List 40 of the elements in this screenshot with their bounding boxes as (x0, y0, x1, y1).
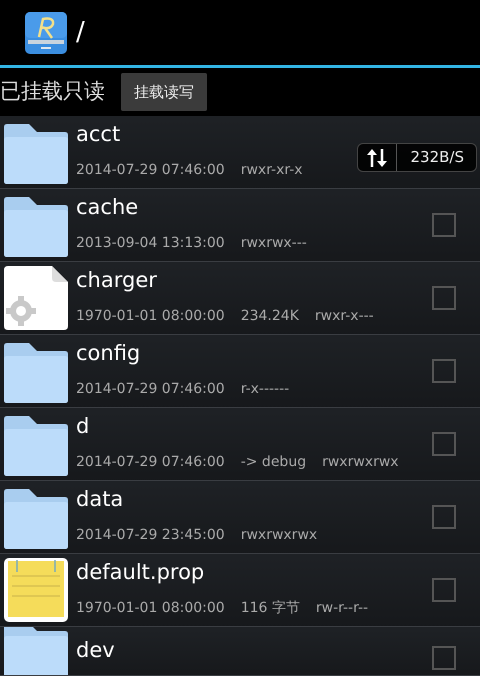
file-name[interactable]: config (76, 342, 432, 366)
file-name[interactable]: cache (76, 196, 432, 220)
mount-status: 已挂载只读 (0, 78, 105, 106)
file-info: 116 字节 (240, 599, 300, 618)
app-logo-icon[interactable] (24, 10, 68, 54)
mount-button[interactable]: 挂载读写 (121, 72, 207, 112)
file-info: 234.24K (240, 307, 299, 326)
file-date: 2014-07-29 07:46:00 (76, 453, 225, 472)
file-permissions: rwxr-x--- (314, 307, 374, 326)
checkbox[interactable] (432, 359, 456, 383)
transfer-arrows-icon (366, 148, 388, 166)
checkbox[interactable] (432, 432, 456, 456)
file-date: 2013-09-04 13:13:00 (76, 234, 225, 253)
file-permissions: rwxrwxrwx (240, 526, 318, 545)
path-title: / (76, 16, 85, 49)
folder-icon (4, 627, 68, 675)
file-permissions: rw-r--r-- (316, 599, 368, 618)
file-name[interactable]: default.prop (76, 561, 432, 584)
file-name[interactable]: acct (76, 123, 432, 146)
file-name[interactable]: charger (76, 269, 432, 292)
note-file-icon (4, 558, 68, 622)
checkbox[interactable] (432, 505, 456, 529)
file-permissions: r-x------ (240, 380, 290, 399)
file-permissions: rwxrwx--- (240, 234, 307, 253)
file-info: -> debug (240, 453, 306, 472)
checkbox[interactable] (432, 213, 456, 237)
file-permissions: rwxrwxrwx (322, 453, 399, 472)
file-date: 1970-01-01 08:00:00 (76, 307, 225, 326)
file-name[interactable]: d (76, 415, 432, 438)
speed-reading: 232B/S (410, 147, 465, 168)
checkbox[interactable] (432, 578, 456, 602)
checkbox[interactable] (432, 646, 456, 670)
file-name[interactable]: data (76, 488, 432, 512)
file-date: 2014-07-29 07:46:00 (76, 380, 225, 399)
file-date: 1970-01-01 08:00:00 (76, 599, 225, 618)
file-date: 2014-07-29 23:45:00 (76, 526, 225, 545)
gear-file-icon (4, 266, 68, 330)
file-permissions: rwxr-xr-x (240, 161, 303, 180)
file-date: 2014-07-29 07:46:00 (76, 161, 225, 180)
checkbox[interactable] (432, 286, 456, 310)
